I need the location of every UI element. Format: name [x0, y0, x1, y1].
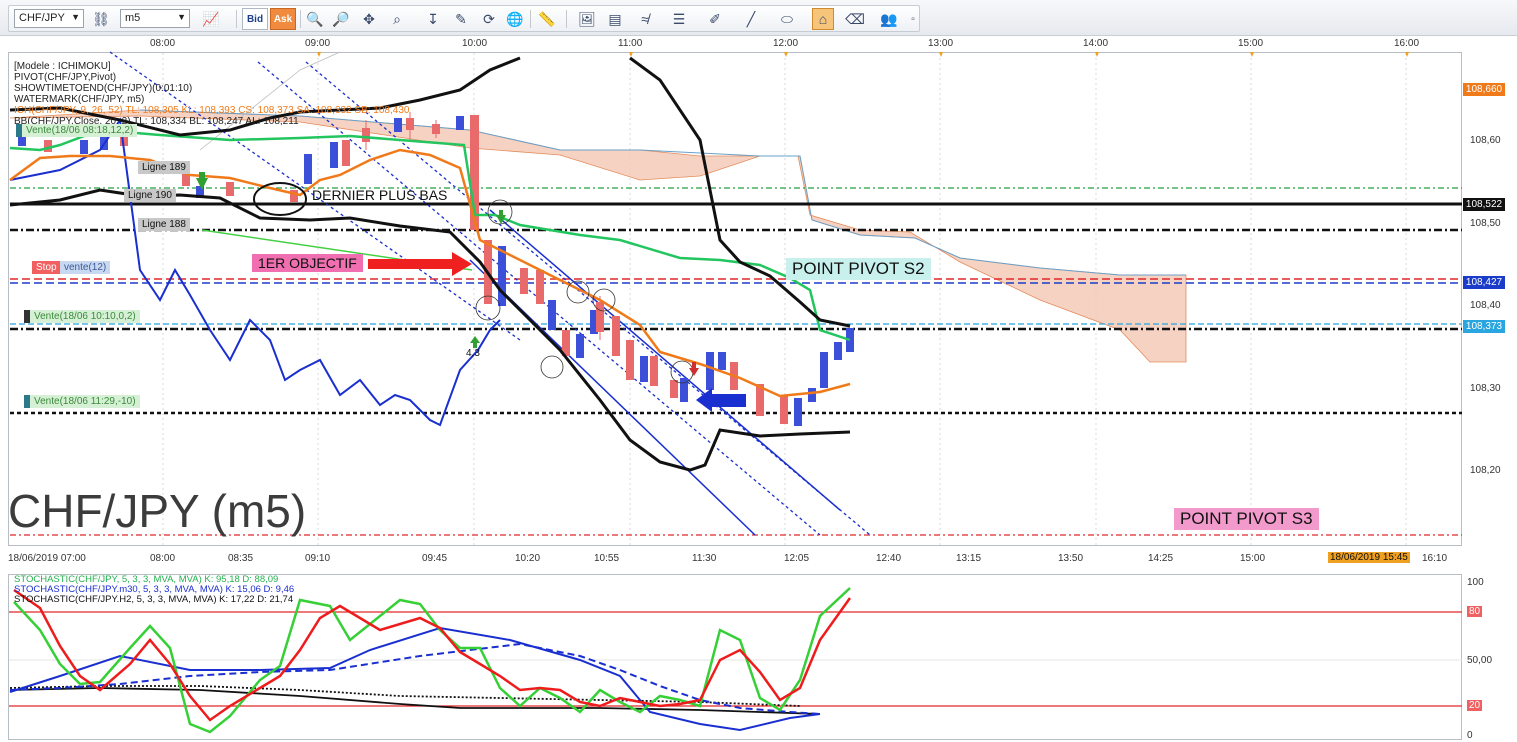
stop-order-tag[interactable]: vente(12): [60, 261, 111, 274]
stoch-axis-label: 0: [1467, 730, 1473, 741]
line-label[interactable]: Ligne 190: [124, 189, 176, 202]
legend-line: WATERMARK(CHF/JPY, m5): [14, 94, 145, 105]
sell-order-tag[interactable]: Vente(18/06 10:10,0,2): [24, 310, 140, 323]
indicator-legend: [Modele : ICHIMOKU] PIVOT(CHF/JPY,Pivot)…: [14, 61, 409, 127]
stop-tag[interactable]: Stop: [32, 261, 61, 274]
last-low-annotation: DERNIER PLUS BAS: [312, 187, 448, 203]
stochastic-legend: STOCHASTIC(CHF/JPY, 5, 3, 3, MVA, MVA) K…: [14, 575, 294, 605]
line-label[interactable]: Ligne 189: [138, 161, 190, 174]
arrow-value-label: 4,3: [466, 348, 480, 359]
stoch-axis-label: 50,00: [1467, 655, 1493, 666]
pivot-s3-annotation: POINT PIVOT S3: [1174, 508, 1319, 530]
stochastic-legend-line: STOCHASTIC(CHF/JPY.H2, 5, 3, 3, MVA, MVA…: [14, 594, 294, 605]
sell-order-tag[interactable]: Vente(18/06 11:29,-10): [24, 395, 140, 408]
stoch-axis-label: 80: [1467, 606, 1483, 617]
legend-line: ICH(CHF/JPY, 9, 26, 52) TL: 108,305 KL: …: [14, 105, 410, 116]
legend-line: PIVOT(CHF/JPY,Pivot): [14, 72, 117, 83]
legend-line: [Modele : ICHIMOKU]: [14, 61, 111, 72]
stoch-axis-label: 100: [1467, 577, 1484, 588]
pivot-s2-annotation: POINT PIVOT S2: [786, 258, 931, 280]
watermark-title: CHF/JPY (m5): [8, 485, 307, 537]
first-objective-annotation: 1ER OBJECTIF: [252, 254, 363, 272]
sell-order-tag[interactable]: Vente(18/06 08:18,12,2): [16, 124, 138, 137]
legend-line: SHOWTIMETOEND(CHF/JPY)(0:01:10): [14, 83, 193, 94]
line-label[interactable]: Ligne 188: [138, 218, 190, 231]
stoch-axis-label: 20: [1467, 700, 1483, 711]
